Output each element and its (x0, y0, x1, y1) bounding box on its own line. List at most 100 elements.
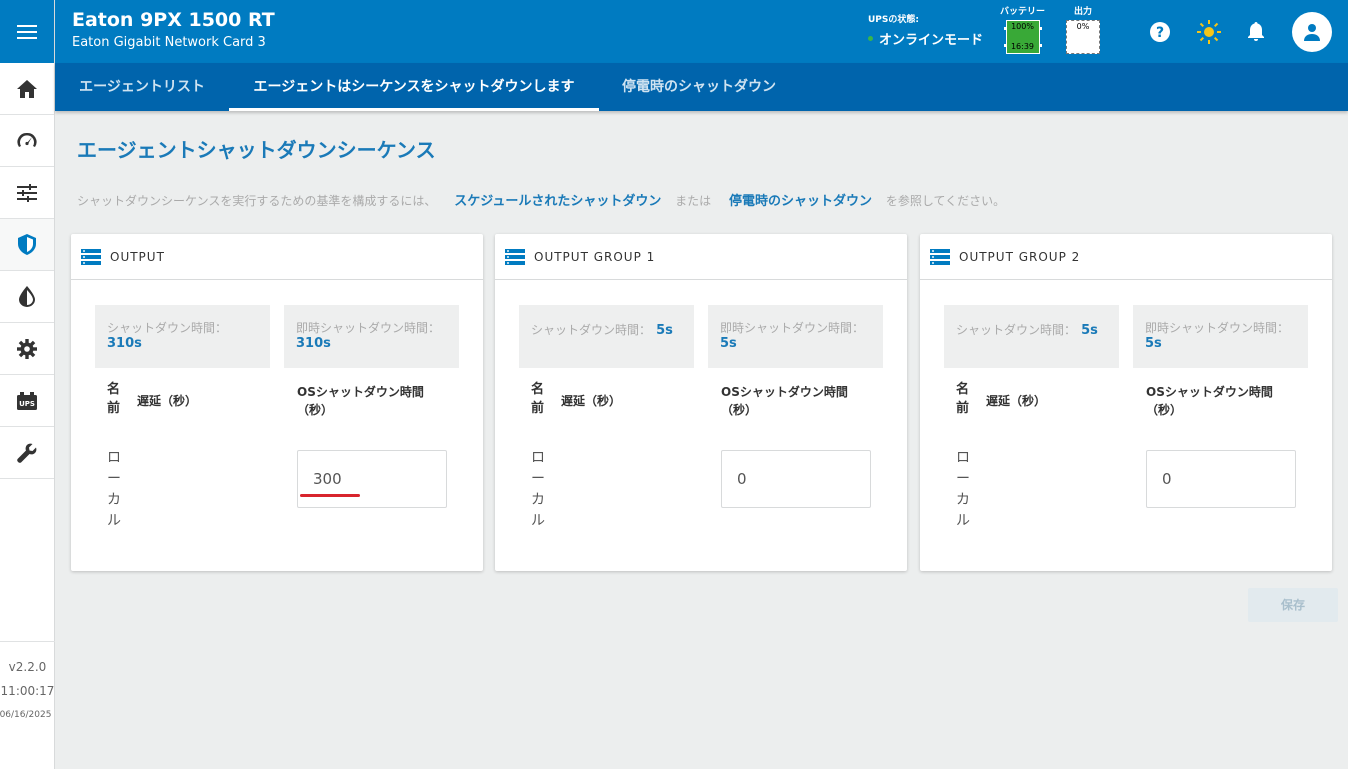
immediate-shutdown-value: 310s (296, 336, 331, 351)
sidebar-item-settings[interactable] (0, 323, 54, 375)
ups-status-value-wrap: オンラインモード (868, 29, 983, 48)
tab-bar: エージェントリスト エージェントはシーケンスをシャットダウンします 停電時のシャ… (55, 63, 1348, 111)
help-icon: ? (1150, 22, 1170, 42)
immediate-shutdown-label: 即時シャットダウン時間： (1145, 321, 1290, 335)
user-icon (1304, 24, 1320, 41)
device-title: Eaton 9PX 1500 RT (72, 9, 275, 31)
hamburger-icon (17, 24, 37, 39)
shutdown-time-value: 5s (656, 323, 673, 338)
shutdown-time-label: シャットダウン時間： (107, 321, 228, 335)
tab-power-outage-shutdown[interactable]: 停電時のシャットダウン (599, 63, 799, 111)
server-icon (81, 248, 101, 265)
notifications-button[interactable] (1244, 20, 1268, 44)
card-title: OUTPUT GROUP 2 (959, 249, 1081, 264)
shutdown-time-value: 310s (107, 336, 142, 351)
shutdown-time-label: シャットダウン時間： (956, 323, 1077, 337)
server-icon (505, 248, 525, 265)
agent-name: ローカル (531, 450, 545, 529)
sidebar-item-energy[interactable] (0, 271, 54, 323)
immediate-shutdown-value: 5s (1145, 336, 1162, 351)
sidebar-item-controls[interactable] (0, 167, 54, 219)
sidebar-item-ups[interactable]: UPS (0, 375, 54, 427)
output-percent: 0% (1076, 22, 1090, 31)
ups-status-value: オンラインモード (879, 33, 984, 48)
output-group-2-card: OUTPUT GROUP 2 シャットダウン時間： 5s 即時シャットダウン時間… (920, 234, 1332, 571)
device-subtitle: Eaton Gigabit Network Card 3 (72, 35, 266, 50)
sidebar-footer: v2.2.0 11:00:17 06/16/2025 (0, 641, 55, 769)
os-shutdown-time-input[interactable]: 300 (297, 450, 447, 508)
immediate-shutdown-tile: 即時シャットダウン時間： 5s (1133, 305, 1308, 368)
wrench-icon (17, 443, 37, 463)
sidebar: UPS v2.2.0 11:00:17 06/16/2025 (0, 0, 55, 769)
card-header: OUTPUT GROUP 1 (495, 234, 907, 280)
svg-text:UPS: UPS (19, 400, 35, 408)
card-header: OUTPUT GROUP 2 (920, 234, 1332, 280)
shield-icon (18, 234, 36, 255)
column-header-os-shutdown: OSシャットダウン時間（秒） (297, 385, 424, 417)
output-indicator[interactable]: 出力 0% (1066, 4, 1100, 54)
drop-icon (19, 286, 35, 307)
shutdown-time-tile: シャットダウン時間： 310s (95, 305, 270, 368)
immediate-shutdown-label: 即時シャットダウン時間： (296, 321, 441, 335)
server-icon (930, 248, 950, 265)
immediate-shutdown-label: 即時シャットダウン時間： (720, 321, 865, 335)
help-button[interactable]: ? (1148, 20, 1172, 44)
sidebar-item-home[interactable] (0, 63, 54, 115)
output-group-1-card: OUTPUT GROUP 1 シャットダウン時間： 5s 即時シャットダウン時間… (495, 234, 907, 571)
gear-icon (17, 338, 37, 359)
save-button[interactable]: 保存 (1248, 588, 1338, 622)
tab-agent-list[interactable]: エージェントリスト (55, 63, 229, 111)
output-label: 出力 (1073, 7, 1092, 17)
battery-notch (1038, 44, 1042, 47)
bell-icon (1248, 22, 1264, 41)
agent-name: ローカル (956, 450, 970, 529)
page-description: シャットダウンシーケンスを実行するための基準を構成するには、 スケジュールされた… (77, 190, 1005, 209)
desc-after: を参照してください。 (885, 194, 1006, 208)
immediate-shutdown-tile: 即時シャットダウン時間： 5s (708, 305, 883, 368)
power-outage-shutdown-link[interactable]: 停電時のシャットダウン (729, 194, 872, 209)
home-icon (17, 79, 37, 98)
sun-icon (1197, 20, 1221, 44)
column-header-delay: 遅延（秒） (986, 394, 1047, 408)
shutdown-time-tile: シャットダウン時間： 5s (944, 305, 1119, 368)
user-avatar-button[interactable] (1292, 12, 1332, 52)
ups-status: UPSの状態: オンラインモード (868, 12, 983, 48)
gauge-icon (17, 132, 37, 147)
column-header-name: 名前 (531, 382, 545, 416)
sidebar-item-maintenance[interactable] (0, 427, 54, 479)
column-header-name: 名前 (956, 382, 970, 416)
desc-or: または (675, 194, 712, 208)
output-card: OUTPUT シャットダウン時間： 310s 即時シャットダウン時間： 310s… (71, 234, 483, 571)
tab-agent-shutdown-sequence[interactable]: エージェントはシーケンスをシャットダウンします (229, 63, 599, 111)
sidebar-item-dashboard[interactable] (0, 115, 54, 167)
immediate-shutdown-value: 5s (720, 336, 737, 351)
card-header: OUTPUT (71, 234, 483, 280)
ups-icon: UPS (17, 391, 37, 410)
shutdown-time-label: シャットダウン時間： (531, 323, 652, 337)
menu-button[interactable] (0, 0, 54, 63)
theme-button[interactable] (1197, 20, 1221, 44)
output-box: 0% (1066, 20, 1100, 54)
os-shutdown-time-input[interactable]: 0 (721, 450, 871, 508)
system-time: 11:00:17 (0, 684, 55, 698)
battery-label: バッテリー (1000, 7, 1046, 17)
card-title: OUTPUT (110, 249, 165, 264)
battery-runtime: 16:39 (1010, 42, 1035, 51)
os-shutdown-time-input[interactable]: 0 (1146, 450, 1296, 508)
column-header-os-shutdown: OSシャットダウン時間（秒） (721, 385, 848, 417)
page-title: エージェントシャットダウンシーケンス (77, 138, 436, 162)
column-header-delay: 遅延（秒） (137, 394, 198, 408)
immediate-shutdown-tile: 即時シャットダウン時間： 310s (284, 305, 459, 368)
online-dot (868, 36, 873, 41)
top-header: Eaton 9PX 1500 RT Eaton Gigabit Network … (55, 0, 1348, 63)
red-underline-annotation (300, 494, 360, 497)
column-header-name: 名前 (107, 382, 121, 416)
scheduled-shutdown-link[interactable]: スケジュールされたシャットダウン (454, 194, 661, 209)
sliders-icon (17, 183, 37, 202)
sidebar-item-protection[interactable] (0, 219, 54, 271)
battery-indicator[interactable]: バッテリー 100% 16:39 (1000, 4, 1045, 54)
firmware-version: v2.2.0 (8, 660, 47, 674)
shutdown-time-value: 5s (1081, 323, 1098, 338)
ups-status-label: UPSの状態: (868, 15, 919, 25)
column-header-delay: 遅延（秒） (561, 394, 622, 408)
